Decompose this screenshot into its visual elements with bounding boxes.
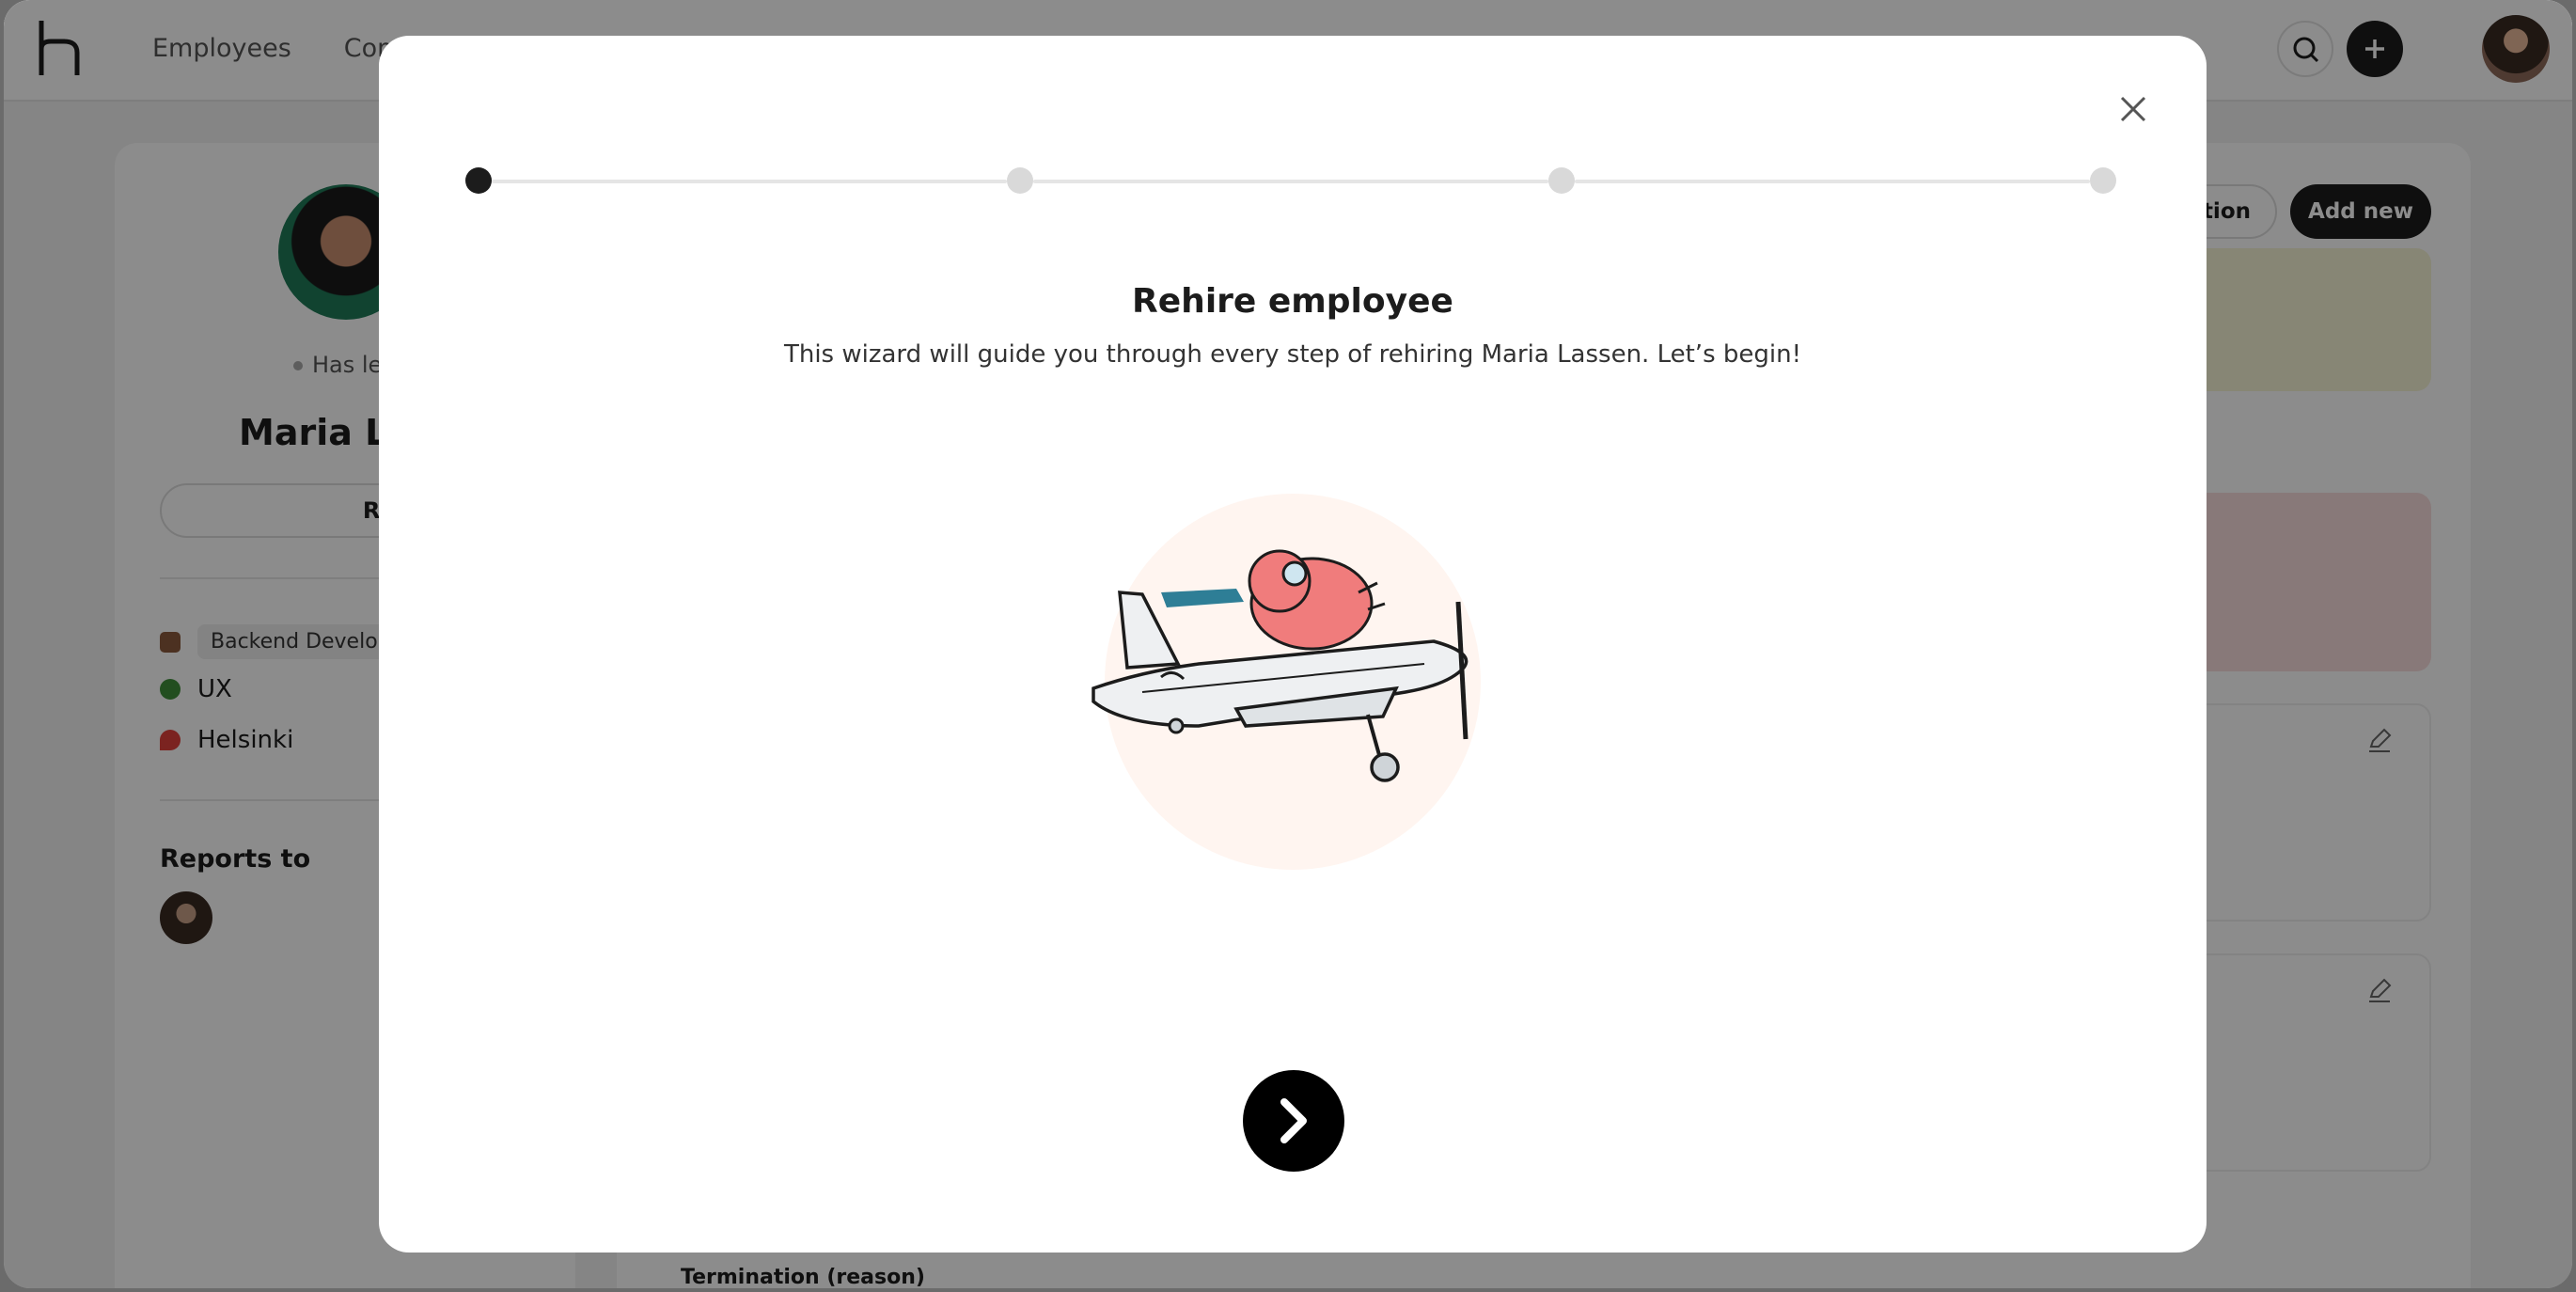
step-connector [1033, 180, 1548, 183]
wizard-stepper [465, 162, 2128, 199]
chevron-right-icon [1280, 1098, 1307, 1143]
next-step-button[interactable] [1243, 1070, 1344, 1172]
close-icon[interactable] [2114, 90, 2152, 128]
step-4 [2090, 167, 2116, 194]
step-1 [465, 167, 492, 194]
rehire-wizard-modal: Rehire employee This wizard will guide y… [379, 36, 2207, 1253]
step-2 [1007, 167, 1033, 194]
modal-title: Rehire employee [1132, 282, 1453, 321]
modal-subtitle: This wizard will guide you through every… [783, 340, 1802, 369]
step-connector [1575, 180, 2090, 183]
step-connector [492, 180, 1007, 183]
airplane-illustration [1092, 494, 1481, 870]
step-3 [1548, 167, 1575, 194]
